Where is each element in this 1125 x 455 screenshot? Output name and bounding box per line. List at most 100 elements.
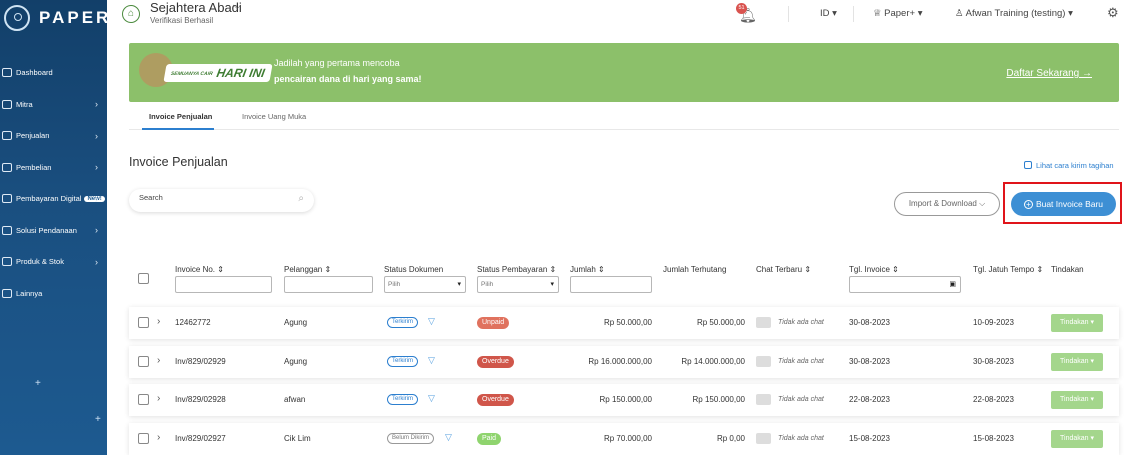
- customer-name: Cik Lim: [284, 434, 311, 443]
- sidebar-item-penjualan[interactable]: Penjualan ›: [0, 120, 107, 152]
- invoice-no[interactable]: Inv/829/02927: [175, 434, 226, 443]
- notification-count-badge: 51: [736, 3, 747, 14]
- gear-icon[interactable]: ⚙: [1107, 5, 1119, 21]
- expand-chevron-icon[interactable]: ›: [157, 316, 160, 327]
- sidebar-item-lainnya[interactable]: Lainnya: [0, 278, 107, 310]
- payment-status-badge: Overdue: [477, 356, 514, 368]
- payment-status-badge: Unpaid: [477, 317, 510, 329]
- language-selector[interactable]: ID ▾: [820, 8, 837, 19]
- funding-icon: [2, 225, 12, 235]
- header-jumlah[interactable]: Jumlah ⇕: [570, 265, 605, 274]
- search-icon[interactable]: ⌕: [298, 193, 304, 204]
- document-icon: [1024, 161, 1032, 169]
- table-row[interactable]: › Inv/829/02927 Cik Lim Belum Dikirim ▽ …: [129, 423, 1119, 455]
- chevron-right-icon: ›: [95, 193, 98, 204]
- table-row[interactable]: › Inv/829/02929 Agung Terkirim ▽ Overdue…: [129, 346, 1119, 378]
- banner-badge-small: SEMUANYA CAIR: [170, 70, 214, 77]
- user-menu[interactable]: ♙ Afwan Training (testing) ▾: [955, 8, 1073, 19]
- register-now-link[interactable]: Daftar Sekarang →: [1006, 68, 1092, 79]
- action-button[interactable]: Tindakan ▾: [1051, 314, 1103, 332]
- header-pelanggan[interactable]: Pelanggan ⇕: [284, 265, 331, 274]
- amount-due: Rp 150.000,00: [692, 395, 746, 404]
- chevron-down-icon[interactable]: ⌵: [233, 0, 241, 13]
- customer-name: afwan: [284, 395, 306, 404]
- expand-chevron-icon[interactable]: ›: [157, 355, 160, 366]
- action-button[interactable]: Tindakan ▾: [1051, 391, 1103, 409]
- row-checkbox[interactable]: [138, 356, 149, 367]
- sidebar-item-pembayaran-digital[interactable]: Pembayaran Digital New! ›: [0, 183, 107, 215]
- filter-funnel-icon[interactable]: ▽: [428, 393, 435, 404]
- sidebar-nav: Dashboard Mitra › Penjualan › Pembelian › P…: [0, 57, 107, 309]
- filter-funnel-icon[interactable]: ▽: [428, 316, 435, 327]
- divider: [853, 6, 854, 22]
- expand-chevron-icon[interactable]: ›: [157, 393, 160, 404]
- create-invoice-button[interactable]: + Buat Invoice Baru: [1011, 192, 1116, 216]
- box-icon: [2, 257, 12, 267]
- tab-invoice-penjualan[interactable]: Invoice Penjualan: [149, 112, 212, 121]
- company-verification-status: Verifikasi Berhasil: [150, 16, 214, 25]
- sidebar-item-solusi-pendanaan[interactable]: Solusi Pendanaan ›: [0, 215, 107, 247]
- amount-due: Rp 50.000,00: [696, 318, 745, 327]
- sidebar-item-dashboard[interactable]: Dashboard: [0, 57, 107, 89]
- header-tindakan: Tindakan: [1051, 265, 1084, 274]
- banner-line1: Jadilah yang pertama mencoba: [274, 58, 400, 68]
- sidebar-item-mitra[interactable]: Mitra ›: [0, 89, 107, 121]
- filter-tgl-invoice-date[interactable]: ▣: [849, 276, 961, 293]
- row-checkbox[interactable]: [138, 433, 149, 444]
- plan-selector[interactable]: ♕ Paper+ ▾: [873, 8, 922, 19]
- sidebar-item-produk-stok[interactable]: Produk & Stok ›: [0, 246, 107, 278]
- header-tgl-jatuh-tempo[interactable]: Tgl. Jatuh Tempo ⇕: [973, 265, 1043, 274]
- logo[interactable]: PAPER: [4, 5, 111, 31]
- filter-funnel-icon[interactable]: ▽: [428, 355, 435, 366]
- filter-funnel-icon[interactable]: ▽: [445, 432, 452, 443]
- chat-icon: [756, 433, 771, 444]
- tab-invoice-uang-muka[interactable]: Invoice Uang Muka: [242, 112, 306, 121]
- crown-icon: ♕: [873, 8, 885, 19]
- invoice-date: 30-08-2023: [849, 318, 890, 327]
- select-all-checkbox[interactable]: [138, 273, 149, 284]
- due-date: 15-08-2023: [973, 434, 1014, 443]
- sales-icon: [2, 131, 12, 141]
- header-status-pembayaran[interactable]: Status Pembayaran ⇕: [477, 265, 556, 274]
- table-row[interactable]: › Inv/829/02928 afwan Terkirim ▽ Overdue…: [129, 384, 1119, 416]
- filter-status-dokumen-select[interactable]: Pilih ▾: [384, 276, 466, 293]
- help-send-invoice-link[interactable]: Lihat cara kirim tagihan: [1024, 161, 1114, 170]
- customer-name: Agung: [284, 318, 308, 327]
- filter-status-pembayaran-select[interactable]: Pilih ▾: [477, 276, 559, 293]
- amount: Rp 70.000,00: [603, 434, 652, 443]
- document-status-badge: Terkirim: [387, 394, 418, 405]
- import-download-button[interactable]: Import & Download ⌵: [894, 192, 1000, 216]
- payment-status-badge: Overdue: [477, 394, 514, 406]
- company-name[interactable]: Sejahtera Abadi: [150, 0, 242, 15]
- filter-invoice-no-input[interactable]: [175, 276, 272, 293]
- amount-due: Rp 0,00: [716, 434, 745, 443]
- table-row[interactable]: › 12462772 Agung Terkirim ▽ Unpaid Rp 50…: [129, 307, 1119, 339]
- amount: Rp 16.000.000,00: [588, 357, 652, 366]
- header-chat-terbaru[interactable]: Chat Terbaru ⇕: [756, 265, 811, 274]
- expand-chevron-icon[interactable]: ›: [157, 432, 160, 443]
- invoice-no[interactable]: Inv/829/02928: [175, 395, 226, 404]
- caret-down-icon: ▾: [457, 281, 461, 288]
- header-tgl-invoice[interactable]: Tgl. Invoice ⇕: [849, 265, 899, 274]
- row-checkbox[interactable]: [138, 317, 149, 328]
- sidebar-item-label: Produk & Stok: [16, 257, 64, 267]
- filter-pelanggan-input[interactable]: [284, 276, 373, 293]
- invoice-no[interactable]: Inv/829/02929: [175, 357, 226, 366]
- filter-jumlah-input[interactable]: [570, 276, 652, 293]
- invoice-no[interactable]: 12462772: [175, 318, 211, 327]
- select-placeholder: Pilih: [388, 281, 401, 288]
- more-icon: [2, 288, 12, 298]
- row-checkbox[interactable]: [138, 394, 149, 405]
- action-button[interactable]: Tindakan ▾: [1051, 430, 1103, 448]
- header-invoice-no[interactable]: Invoice No. ⇕: [175, 265, 224, 274]
- payment-status-badge: Paid: [477, 433, 502, 445]
- sidebar-item-label: Mitra: [16, 99, 33, 109]
- sidebar-item-pembelian[interactable]: Pembelian ›: [0, 152, 107, 184]
- action-button[interactable]: Tindakan ▾: [1051, 353, 1103, 371]
- sidebar-item-label: Dashboard: [16, 68, 53, 78]
- search-input[interactable]: [139, 193, 289, 202]
- logo-text: PAPER: [39, 8, 112, 27]
- calendar-icon: ▣: [949, 281, 956, 288]
- latest-chat: Tidak ada chat: [778, 396, 824, 403]
- banner-badge-text: HARI INI: [215, 66, 266, 80]
